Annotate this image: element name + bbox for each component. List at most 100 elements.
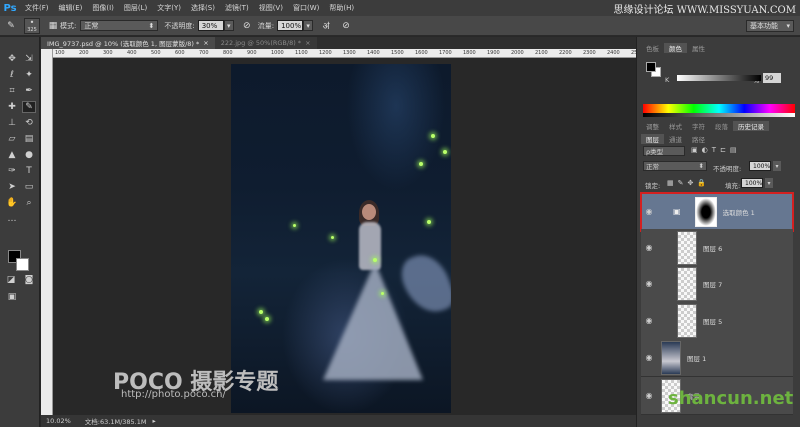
more-tools-icon[interactable]: … <box>5 213 19 225</box>
close-icon[interactable]: × <box>305 39 310 47</box>
layer-filter-dropdown[interactable]: ρ类型 <box>643 146 685 156</box>
ruler-tick-label: 500 <box>151 50 161 56</box>
document-tabs: IMG_9737.psd @ 10% (选取颜色 1, 图层蒙版/8) * × 2… <box>41 37 636 49</box>
rectangle-tool-icon[interactable]: ▭ <box>22 181 36 193</box>
grayscale-ramp[interactable] <box>643 113 795 117</box>
layer-opacity-slider-button[interactable]: ▾ <box>773 161 781 171</box>
tab-paragraph[interactable]: 段落 <box>710 121 733 131</box>
layer-row[interactable]: ◉ 图层 1 <box>641 339 793 377</box>
menu-help[interactable]: 帮助(H) <box>324 3 359 13</box>
layer-mask-thumbnail[interactable] <box>694 196 717 227</box>
flow-slider-button[interactable]: ▾ <box>303 20 314 31</box>
fill-input[interactable]: 100% <box>741 178 763 188</box>
eye-icon[interactable]: ◉ <box>641 279 657 288</box>
tab-layers[interactable]: 图层 <box>641 134 664 144</box>
mode-dropdown[interactable]: 正常 ⬍ <box>80 20 159 31</box>
menu-filter[interactable]: 滤镜(T) <box>220 3 254 13</box>
brush-tool-icon[interactable]: ✎ <box>4 19 18 33</box>
canvas-area[interactable]: POCO 摄影专题 http://photo.poco.cn/ <box>53 58 636 415</box>
move-tool-icon[interactable]: ✥ <box>5 53 19 65</box>
brush-preset-picker[interactable]: • 325 <box>24 17 40 34</box>
eyedropper-icon[interactable]: ✒ <box>22 85 36 97</box>
hand-tool-icon[interactable]: ✋ <box>5 197 19 209</box>
zoom-level[interactable]: 10.02% <box>46 417 71 425</box>
zoom-tool-icon[interactable]: ⌕ <box>22 197 36 209</box>
brush-tool-icon[interactable]: ✎ <box>22 101 36 113</box>
airbrush-icon[interactable]: ॳ <box>319 19 333 33</box>
canvas-photo[interactable] <box>231 64 451 413</box>
blend-mode-dropdown[interactable]: 正常 ⬍ <box>643 161 707 171</box>
tab-color[interactable]: 颜色 <box>664 43 687 53</box>
lasso-tool-icon[interactable]: ℓ <box>5 69 19 81</box>
screen-mode-icon[interactable]: ▣ <box>5 291 19 303</box>
eye-icon[interactable]: ◉ <box>641 353 657 362</box>
chevron-down-icon: ⬍ <box>148 21 155 30</box>
tab-222[interactable]: 222.jpg @ 50%(RGB/8) * × <box>214 37 317 49</box>
tab-character[interactable]: 字符 <box>687 121 710 131</box>
layer-row[interactable]: ◉ 图层 5 <box>641 302 793 340</box>
menu-view[interactable]: 视图(V) <box>254 3 288 13</box>
tab-channels[interactable]: 通道 <box>664 134 687 144</box>
layer-opacity-input[interactable]: 100% <box>749 161 771 171</box>
status-menu-icon[interactable]: ▸ <box>152 417 155 425</box>
default-colors-icon[interactable]: ◪ <box>4 274 18 286</box>
flow-input[interactable]: 100% <box>277 20 304 31</box>
menu-image[interactable]: 图像(I) <box>87 3 119 13</box>
pressure-opacity-icon[interactable]: ⊘ <box>240 19 254 33</box>
clone-stamp-icon[interactable]: ⊥ <box>5 117 19 129</box>
eye-icon[interactable]: ◉ <box>641 391 657 400</box>
background-color[interactable] <box>16 258 29 271</box>
tab-swatches[interactable]: 色板 <box>641 43 664 53</box>
tab-properties[interactable]: 属性 <box>687 43 710 53</box>
dodge-tool-icon[interactable]: ● <box>22 149 36 161</box>
close-icon[interactable]: × <box>203 39 208 47</box>
eye-icon[interactable]: ◉ <box>641 316 657 325</box>
fill-slider-button[interactable]: ▾ <box>765 178 773 188</box>
tab-adjustments[interactable]: 调整 <box>641 121 664 131</box>
lock-icons[interactable]: ▦✎✥🔒 <box>667 179 710 187</box>
layer-row[interactable]: ◉ 图层 7 <box>641 265 793 303</box>
magic-wand-icon[interactable]: ✦ <box>22 69 36 81</box>
pressure-size-icon[interactable]: ⊘ <box>339 19 353 33</box>
layer-filter-icons[interactable]: ▣◐T⊏▤ <box>691 146 740 154</box>
menu-edit[interactable]: 编辑(E) <box>54 3 88 13</box>
opacity-input[interactable]: 30% <box>197 20 224 31</box>
quick-mask-icon[interactable]: ◙ <box>22 274 36 286</box>
firefly <box>431 134 435 138</box>
k-value-input[interactable]: 99 <box>763 73 781 83</box>
menu-layer[interactable]: 图层(L) <box>119 3 152 13</box>
blur-tool-icon[interactable]: ▲ <box>5 149 19 161</box>
layer-row[interactable]: ◉ 图层 6 <box>641 229 793 267</box>
ruler-tick-label: 1200 <box>319 50 332 56</box>
eraser-icon[interactable]: ▱ <box>5 133 19 145</box>
tab-img9737[interactable]: IMG_9737.psd @ 10% (选取颜色 1, 图层蒙版/8) * × <box>41 37 215 49</box>
tab-styles[interactable]: 样式 <box>664 121 687 131</box>
path-selection-icon[interactable]: ➤ <box>5 181 19 193</box>
ruler-tick-label: 1300 <box>343 50 356 56</box>
brush-panel-icon[interactable]: ▦ <box>46 19 60 33</box>
menu-window[interactable]: 窗口(W) <box>288 3 324 13</box>
menu-select[interactable]: 选择(S) <box>186 3 220 13</box>
menu-type[interactable]: 文字(Y) <box>152 3 186 13</box>
gradient-icon[interactable]: ▤ <box>22 133 36 145</box>
crop-tool-icon[interactable]: ⌗ <box>5 85 19 97</box>
tab-history[interactable]: 历史记录 <box>733 121 769 131</box>
shancun-watermark: shancun.net <box>668 388 794 409</box>
layer-row-selective-color[interactable]: ◉ ▣ 选取颜色 1 <box>640 192 794 232</box>
tab-paths[interactable]: 路径 <box>687 134 710 144</box>
healing-brush-icon[interactable]: ✚ <box>5 101 19 113</box>
pen-tool-icon[interactable]: ✑ <box>5 165 19 177</box>
workspace-switcher[interactable]: 基本功能 ▾ <box>746 20 794 32</box>
flow-label: 流量: <box>257 21 275 30</box>
poco-url: http://photo.poco.cn/ <box>121 389 226 400</box>
color-panel-foreground[interactable] <box>646 62 656 72</box>
eye-icon[interactable]: ◉ <box>641 207 657 216</box>
opacity-slider-button[interactable]: ▾ <box>223 20 234 31</box>
artboard-tool-icon[interactable]: ⇲ <box>22 53 36 65</box>
history-brush-icon[interactable]: ⟲ <box>22 117 36 129</box>
tools-panel: ✥ ⇲ ℓ ✦ ⌗ ✒ ✚ ✎ ⊥ ⟲ ▱ ▤ ▲ ● ✑ T ➤ ▭ ✋ ⌕ … <box>0 37 40 427</box>
menu-file[interactable]: 文件(F) <box>20 3 54 13</box>
k-slider[interactable] <box>677 75 761 81</box>
type-tool-icon[interactable]: T <box>22 165 36 177</box>
eye-icon[interactable]: ◉ <box>641 243 657 252</box>
